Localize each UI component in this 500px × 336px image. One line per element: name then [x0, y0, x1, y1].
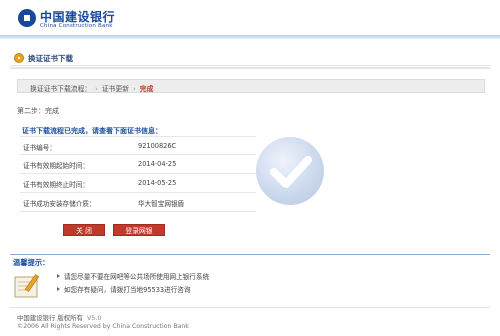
valid-to-label: 证书有效期终止时间： — [23, 181, 89, 189]
table-row: 证书有效期起始时间： 2014-04-25 — [20, 155, 256, 174]
section-title-bar: 换证证书下载 — [10, 50, 490, 66]
success-message: 证书下载流程已完成，请查看下面证书信息： — [22, 127, 162, 135]
footer-copyright: 中国建设银行 版权所有 V5.0 — [17, 313, 101, 322]
tips-list: 请您尽量不要在网吧等公共场所使用网上银行系统 如您存有疑问，请拨打当地95533… — [57, 271, 209, 297]
valid-from-value: 2014-04-25 — [138, 160, 177, 168]
footer-divider — [10, 307, 490, 308]
title-divider — [10, 67, 490, 69]
table-row: 证书成功安装存储介质： 华大智宝网银盾 — [20, 193, 256, 212]
tips-divider — [10, 254, 490, 255]
list-item: 请您尽量不要在网吧等公共场所使用网上银行系统 — [57, 271, 209, 284]
footer-rights: ©2006 All Rights Reserved by China Const… — [17, 323, 189, 330]
step-separator-icon: › — [133, 85, 136, 93]
step-complete: 完成 — [139, 85, 154, 93]
bank-name-en: China Construction Bank — [40, 23, 113, 29]
cert-number-label: 证书编号： — [23, 144, 56, 152]
cert-number-value: 92100826C — [138, 142, 177, 150]
step-flow-label: 换证证书下载流程： — [30, 85, 92, 93]
step-separator-icon: › — [95, 85, 98, 93]
step-cert-update: 证书更新 — [101, 85, 130, 93]
success-check-icon — [256, 137, 324, 205]
footer-owner: 中国建设银行 版权所有 — [17, 314, 83, 322]
ccb-logo-icon — [18, 9, 36, 27]
cert-info-table: 证书编号： 92100826C 证书有效期起始时间： 2014-04-25 证书… — [20, 136, 256, 212]
storage-media-label: 证书成功安装存储介质： — [23, 200, 96, 208]
storage-media-value: 华大智宝网银盾 — [138, 200, 185, 208]
header-divider — [0, 35, 500, 39]
close-button[interactable]: 关 闭 — [63, 224, 105, 236]
table-row: 证书编号： 92100826C — [20, 136, 256, 155]
page-header: 中国建设银行 China Construction Bank — [0, 0, 500, 39]
footer-version: V5.0 — [86, 314, 102, 322]
step-label: 第二步：完成 — [17, 107, 59, 115]
valid-from-label: 证书有效期起始时间： — [23, 162, 89, 170]
progress-steps: 换证证书下载流程： › 证书更新 › 完成 — [17, 79, 485, 93]
table-row: 证书有效期终止时间： 2014-05-25 — [20, 174, 256, 193]
login-ebank-button[interactable]: 登录网银 — [113, 224, 165, 236]
list-item: 如您存有疑问，请拨打当地95533进行咨询 — [57, 284, 209, 297]
tips-title: 温馨提示： — [13, 258, 50, 267]
notepad-pencil-icon — [13, 272, 45, 300]
key-icon — [14, 53, 24, 63]
valid-to-value: 2014-05-25 — [138, 179, 177, 187]
page-title: 换证证书下载 — [28, 54, 73, 63]
